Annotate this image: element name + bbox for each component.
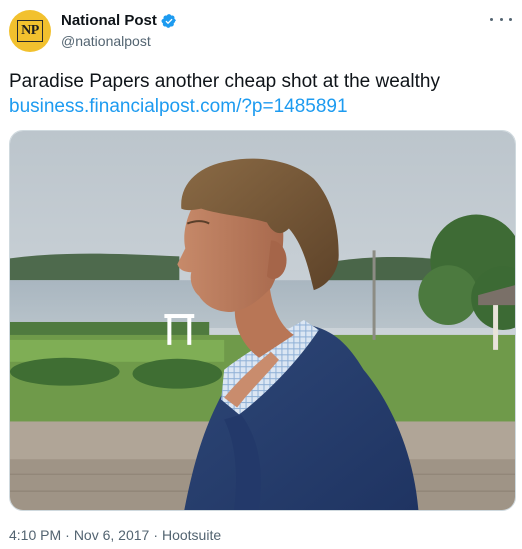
tweet-text: Paradise Papers another cheap shot at th…: [9, 71, 440, 92]
avatar[interactable]: NP: [9, 10, 51, 52]
tweet-source: Hootsuite: [161, 527, 222, 543]
separator-dot: ·: [65, 527, 70, 543]
tweet-card: NP National Post @nationalpost Paradise …: [0, 0, 522, 549]
dot: [499, 17, 503, 21]
tweet-link[interactable]: business.financialpost.com/?p=1485891: [9, 94, 348, 119]
tweet-date[interactable]: Nov 6, 2017: [74, 527, 150, 543]
photo-man-by-water: [10, 131, 515, 510]
tweet-media-photo[interactable]: [9, 130, 516, 511]
dot: [509, 17, 512, 21]
tweet-time[interactable]: 4:10 PM: [9, 527, 61, 543]
np-logo: NP: [17, 20, 43, 42]
author-name-row: National Post: [61, 12, 177, 29]
author-display-name[interactable]: National Post: [61, 12, 157, 29]
avatar-logo-text: NP: [21, 23, 39, 38]
tweet-meta: 4:10 PM · Nov 6, 2017 · Hootsuite: [9, 527, 221, 543]
more-options-icon[interactable]: [490, 12, 512, 26]
separator-dot: ·: [153, 527, 158, 543]
verified-badge-icon: [161, 13, 176, 28]
author-handle[interactable]: @nationalpost: [61, 33, 151, 49]
dot: [490, 17, 493, 21]
